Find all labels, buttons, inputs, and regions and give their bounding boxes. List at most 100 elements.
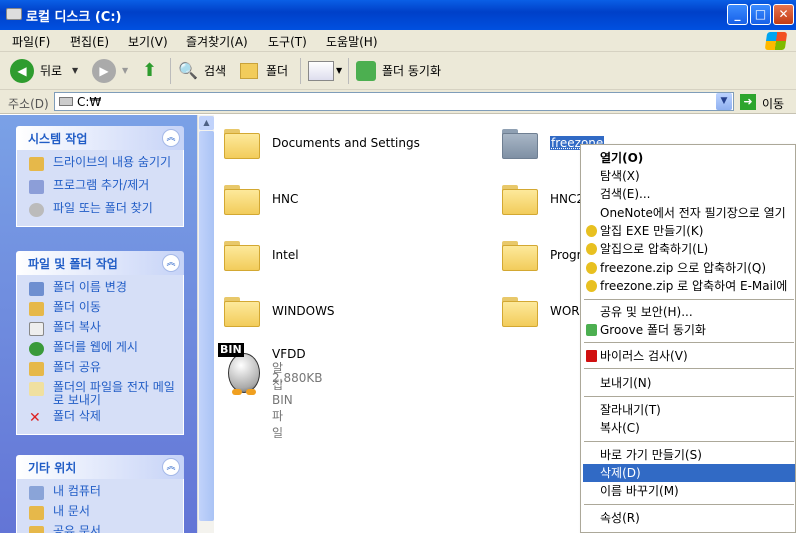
folder-icon: [222, 237, 262, 271]
folder-name: Progr: [550, 248, 582, 262]
address-label: 주소(D): [8, 97, 49, 111]
menu-item-open[interactable]: 열기(O): [583, 149, 795, 167]
views-icon[interactable]: [308, 61, 334, 81]
menu-item-send-to[interactable]: 보내기(N): [583, 374, 795, 392]
menu-item-shortcut[interactable]: 바로 가기 만들기(S): [583, 446, 795, 464]
menu-item-onenote[interactable]: OneNote에서 전자 필기장으로 열기: [583, 204, 795, 222]
menu-item-groove[interactable]: Groove 폴더 동기화: [583, 321, 795, 339]
views-dropdown-icon[interactable]: ▼: [336, 60, 342, 82]
menu-item-rename[interactable]: 이름 바꾸기(M): [583, 482, 795, 500]
menu-separator: [584, 396, 794, 397]
search-icon[interactable]: 🔍: [178, 60, 198, 82]
folder-icon: [500, 237, 540, 271]
menu-item-properties[interactable]: 속성(R): [583, 509, 795, 527]
panel-title: 시스템 작업: [28, 132, 88, 146]
folder-icon: [222, 293, 262, 327]
scroll-up-icon[interactable]: ▲: [199, 116, 214, 130]
search-button[interactable]: 검색: [204, 60, 226, 82]
collapse-chevron-icon[interactable]: ︽: [162, 254, 180, 272]
close-button[interactable]: ✕: [773, 4, 794, 25]
menu-item-copy[interactable]: 복사(C): [583, 419, 795, 437]
bin-badge: BIN: [218, 343, 244, 357]
maximize-button[interactable]: □: [750, 4, 771, 25]
sidebar-item-email[interactable]: 폴더의 파일을 전자 메일로 보내기: [17, 381, 183, 407]
email-icon: [29, 382, 44, 396]
drive-icon: [59, 97, 73, 106]
menu-edit[interactable]: 편집(E): [70, 33, 109, 50]
folder-icon: [500, 293, 540, 327]
menu-item-virus-scan[interactable]: 바이러스 검사(V): [583, 347, 795, 365]
folders-icon[interactable]: [240, 63, 258, 79]
menu-favorites[interactable]: 즐겨찾기(A): [186, 33, 248, 50]
panel-title: 기타 위치: [28, 461, 77, 475]
sidebar-item-copy[interactable]: 폴더 복사: [17, 321, 183, 341]
shared-folder-icon: [29, 526, 44, 533]
menu-item-zip[interactable]: freezone.zip 으로 압축하기(Q): [583, 259, 795, 277]
other-places-panel: 기타 위치 ︽ 내 컴퓨터 내 문서 공유 문서: [16, 455, 184, 533]
address-value: C:₩: [77, 95, 102, 109]
sync-icon[interactable]: [356, 61, 376, 81]
sidebar-item-my-computer[interactable]: 내 컴퓨터: [17, 485, 183, 505]
menu-view[interactable]: 보기(V): [128, 33, 168, 50]
menu-tools[interactable]: 도구(T): [268, 33, 307, 50]
toolbar: ◀ 뒤로 ▼ ▶ ▼ ⬆ 🔍 검색 폴더 ▼ 폴더 동기화: [0, 52, 796, 90]
back-dropdown-icon[interactable]: ▼: [72, 60, 78, 82]
sidebar-item-add-remove[interactable]: 프로그램 추가/제거: [17, 179, 183, 199]
sidebar-item-publish[interactable]: 폴더를 웹에 게시: [17, 341, 183, 361]
rename-icon: [29, 282, 44, 296]
collapse-chevron-icon[interactable]: ︽: [162, 458, 180, 476]
menu-item-sharing[interactable]: 공유 및 보안(H)...: [583, 303, 795, 321]
forward-dropdown-icon[interactable]: ▼: [122, 60, 128, 82]
folder-name: WINDOWS: [272, 304, 335, 318]
menu-separator: [584, 368, 794, 369]
sidebar-item-share[interactable]: 폴더 공유: [17, 361, 183, 381]
folders-button[interactable]: 폴더: [266, 60, 288, 82]
drive-folder-icon: [29, 157, 44, 171]
back-arrow-icon[interactable]: ◀: [10, 59, 34, 83]
menu-item-cut[interactable]: 잘라내기(T): [583, 401, 795, 419]
sidebar-item-rename[interactable]: 폴더 이름 변경: [17, 281, 183, 301]
collapse-chevron-icon[interactable]: ︽: [162, 129, 180, 147]
menu-separator: [584, 504, 794, 505]
forward-button[interactable]: ▶: [92, 59, 116, 83]
delete-x-icon: ✕: [29, 410, 41, 426]
menu-item-search[interactable]: 검색(E)...: [583, 185, 795, 203]
menu-item-alzip-compress[interactable]: 알집으로 압축하기(L): [583, 240, 795, 258]
address-dropdown-icon[interactable]: ▼: [716, 93, 732, 110]
sidebar-item-delete[interactable]: ✕ 폴더 삭제: [17, 410, 183, 430]
sidebar-item-move[interactable]: 폴더 이동: [17, 301, 183, 321]
toolbar-separator: [348, 58, 349, 84]
sidebar-item-find[interactable]: 파일 또는 폴더 찾기: [17, 202, 183, 222]
alzip-icon: [586, 262, 597, 274]
menu-help[interactable]: 도움말(H): [326, 33, 378, 50]
title-bar: 로컬 디스크 (C:) _ □ ✕: [0, 0, 796, 30]
scroll-thumb[interactable]: [199, 131, 214, 521]
move-folder-icon: [29, 302, 44, 316]
bin-file-icon: BIN: [218, 343, 264, 395]
go-button[interactable]: 이동: [762, 95, 784, 112]
task-pane: 시스템 작업 ︽ 드라이브의 내용 숨기기 프로그램 추가/제거 파일 또는 폴더…: [0, 115, 197, 533]
file-tasks-panel: 파일 및 폴더 작업 ︽ 폴더 이름 변경 폴더 이동 폴더 복사 폴더를 웹에 …: [16, 251, 184, 435]
menu-item-alzip-exe[interactable]: 알집 EXE 만들기(K): [583, 222, 795, 240]
context-menu: 열기(O) 탐색(X) 검색(E)... OneNote에서 전자 필기장으로 …: [580, 144, 796, 533]
menu-separator: [584, 342, 794, 343]
up-folder-icon[interactable]: ⬆: [142, 60, 157, 82]
sidebar-scrollbar[interactable]: ▲: [197, 115, 214, 533]
back-button[interactable]: 뒤로: [40, 60, 62, 82]
menu-item-delete[interactable]: 삭제(D): [583, 464, 795, 482]
menu-bar: 파일(F) 편집(E) 보기(V) 즐겨찾기(A) 도구(T) 도움말(H): [0, 30, 796, 52]
sync-folder-button[interactable]: 폴더 동기화: [382, 60, 441, 82]
sidebar-item-my-documents[interactable]: 내 문서: [17, 505, 183, 525]
menu-file[interactable]: 파일(F): [12, 33, 50, 50]
folder-name: HNC: [272, 192, 299, 206]
sidebar-item-shared-documents[interactable]: 공유 문서: [17, 525, 183, 533]
folder-icon: [222, 181, 262, 215]
address-input[interactable]: C:₩: [54, 92, 734, 111]
minimize-button[interactable]: _: [727, 4, 748, 25]
menu-item-zip-email[interactable]: freezone.zip 로 압축하여 E-Mail에: [583, 277, 795, 295]
sidebar-item-hide-drive[interactable]: 드라이브의 내용 숨기기: [17, 156, 183, 176]
menu-item-explore[interactable]: 탐색(X): [583, 167, 795, 185]
go-arrow-icon[interactable]: ➜: [740, 94, 756, 110]
menu-separator: [584, 299, 794, 300]
window-title: 로컬 디스크 (C:): [26, 10, 122, 25]
